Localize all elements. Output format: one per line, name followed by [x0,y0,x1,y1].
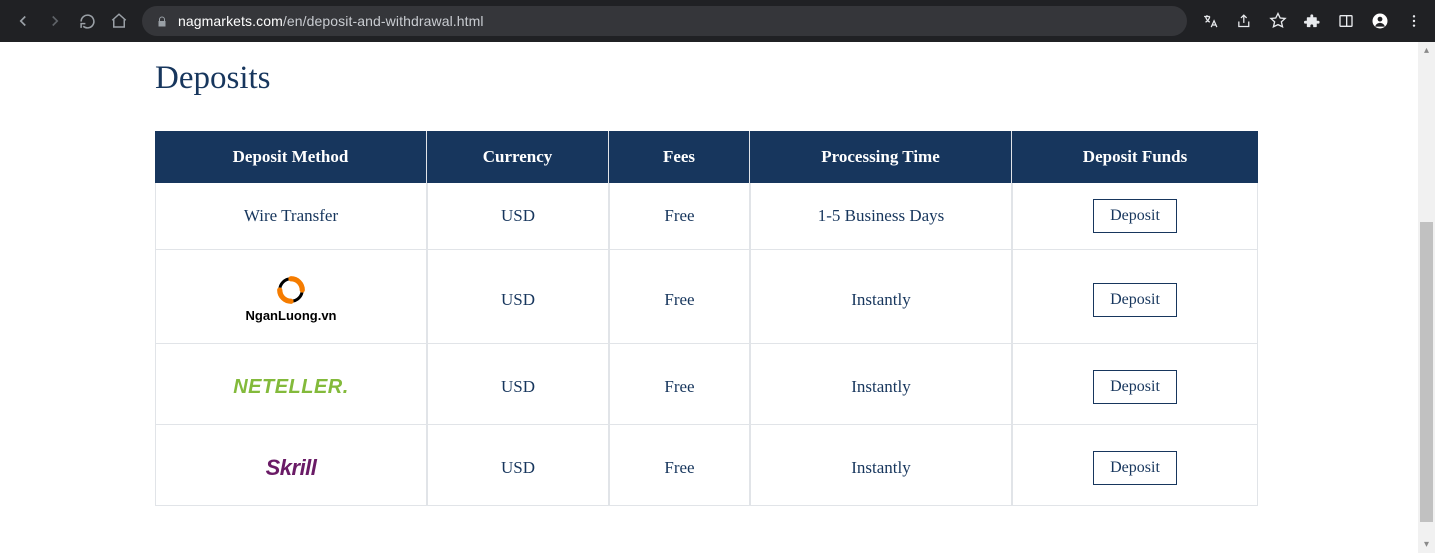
cell-time: 1-5 Business Days [750,183,1012,250]
cell-funds: Deposit [1012,344,1258,425]
profile-avatar[interactable] [1371,12,1389,30]
nav-buttons [8,12,128,30]
browser-toolbar: nagmarkets.com/en/deposit-and-withdrawal… [0,0,1435,42]
cell-method: NganLuong.vn [155,250,427,344]
bookmark-star-icon[interactable] [1269,12,1287,30]
lock-icon [156,15,168,27]
cell-funds: Deposit [1012,250,1258,344]
deposit-button[interactable]: Deposit [1093,370,1177,404]
deposit-button[interactable]: Deposit [1093,283,1177,317]
reload-button[interactable] [78,12,96,30]
toolbar-right [1201,12,1427,30]
cell-fees: Free [609,250,750,344]
th-method: Deposit Method [155,131,427,183]
th-fees: Fees [609,131,750,183]
table-row: Wire Transfer USD Free 1-5 Business Days… [155,183,1258,250]
scrollbar-up-icon[interactable] [1418,42,1435,59]
scrollbar-down-icon[interactable] [1418,536,1435,553]
table-header-row: Deposit Method Currency Fees Processing … [155,131,1258,183]
share-icon[interactable] [1235,12,1253,30]
deposit-button[interactable]: Deposit [1093,451,1177,485]
cell-method: Wire Transfer [155,183,427,250]
method-label: NganLuong.vn [246,308,337,323]
cell-funds: Deposit [1012,425,1258,506]
page-content: Deposits Deposit Method Currency Fees Pr… [155,60,1258,506]
address-bar[interactable]: nagmarkets.com/en/deposit-and-withdrawal… [142,6,1187,36]
forward-button[interactable] [46,12,64,30]
cell-method: Skrill [155,425,427,506]
back-button[interactable] [14,12,32,30]
scrollbar[interactable] [1418,42,1435,553]
cell-currency: USD [427,183,609,250]
scrollbar-thumb[interactable] [1420,222,1433,522]
skrill-logo: Skrill [266,455,317,480]
cell-time: Instantly [750,344,1012,425]
extensions-icon[interactable] [1303,12,1321,30]
cell-fees: Free [609,425,750,506]
table-row: NETELLER. USD Free Instantly Deposit [155,344,1258,425]
th-currency: Currency [427,131,609,183]
neteller-logo: NETELLER. [233,376,349,398]
home-button[interactable] [110,12,128,30]
deposit-button[interactable]: Deposit [1093,199,1177,233]
cell-currency: USD [427,250,609,344]
deposits-table: Deposit Method Currency Fees Processing … [155,131,1258,506]
table-row: NganLuong.vn USD Free Instantly Deposit [155,250,1258,344]
url-text: nagmarkets.com/en/deposit-and-withdrawal… [178,13,484,29]
nganluong-logo-icon [276,276,306,304]
table-row: Skrill USD Free Instantly Deposit [155,425,1258,506]
cell-funds: Deposit [1012,183,1258,250]
translate-icon[interactable] [1201,12,1219,30]
page-title: Deposits [155,60,1258,97]
method-label: Wire Transfer [244,206,338,225]
th-funds: Deposit Funds [1012,131,1258,183]
th-time: Processing Time [750,131,1012,183]
cell-fees: Free [609,183,750,250]
cell-fees: Free [609,344,750,425]
cell-time: Instantly [750,250,1012,344]
cell-currency: USD [427,344,609,425]
cell-method: NETELLER. [155,344,427,425]
cell-time: Instantly [750,425,1012,506]
page-viewport: Deposits Deposit Method Currency Fees Pr… [0,42,1435,553]
cell-currency: USD [427,425,609,506]
kebab-menu-icon[interactable] [1405,12,1423,30]
panel-icon[interactable] [1337,12,1355,30]
